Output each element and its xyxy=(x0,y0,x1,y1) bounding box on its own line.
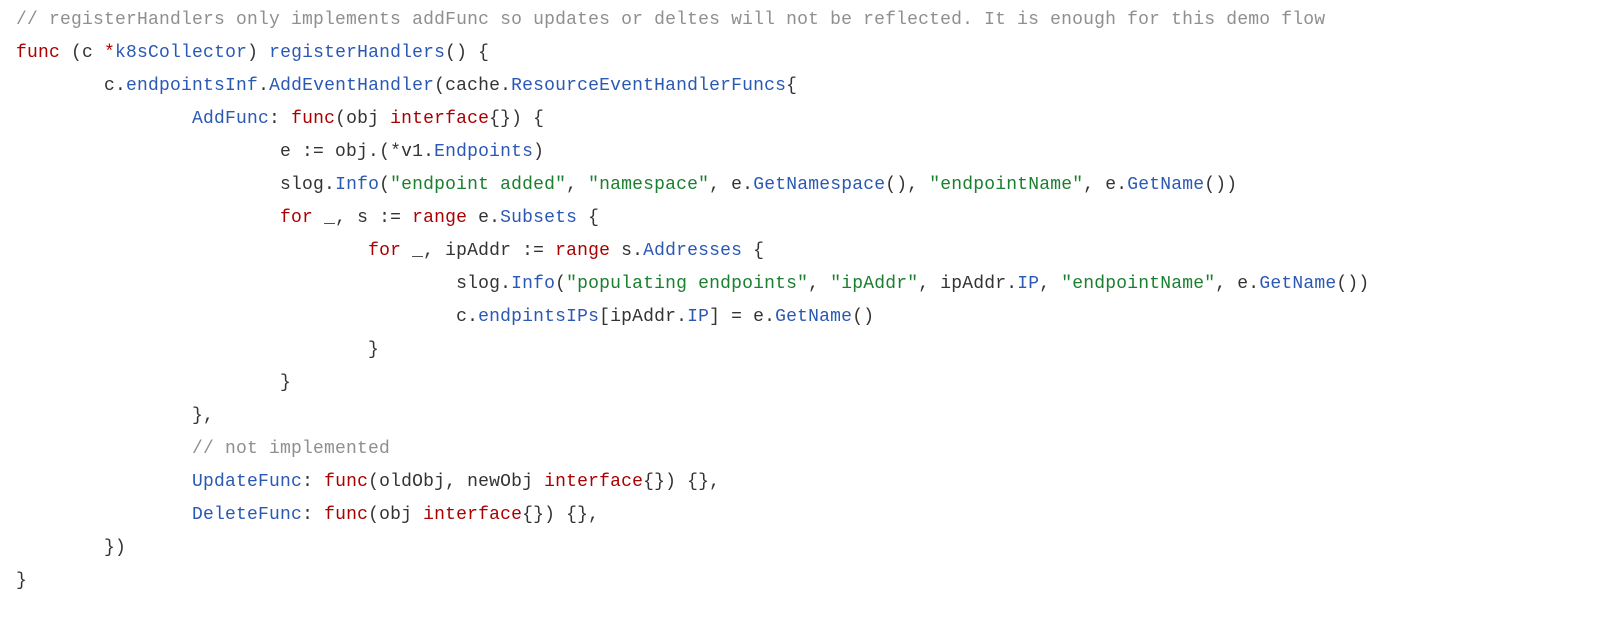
code-text: c. xyxy=(16,76,126,96)
code-text: : xyxy=(302,472,324,492)
code-text: {}) {}, xyxy=(643,472,720,492)
code-text: }, xyxy=(16,406,214,426)
code-string: "endpoint added" xyxy=(390,175,566,195)
go-code-block: // registerHandlers only implements addF… xyxy=(0,0,1600,614)
code-text: slog. xyxy=(456,274,511,294)
code-field: Subsets xyxy=(500,208,577,228)
code-text: ()) xyxy=(1204,175,1237,195)
code-keyword-for: for xyxy=(280,208,313,228)
code-keyword-interface: interface xyxy=(390,109,489,129)
code-keyword-interface: interface xyxy=(423,505,522,525)
code-string: "endpointName" xyxy=(1061,274,1215,294)
code-text xyxy=(16,175,280,195)
code-method: GetName xyxy=(1127,175,1204,195)
code-text: , e. xyxy=(1215,274,1259,294)
code-field: Addresses xyxy=(643,241,742,261)
code-comment: // not implemented xyxy=(192,439,390,459)
code-text: ( xyxy=(555,274,566,294)
code-text: [ipAddr. xyxy=(599,307,687,327)
code-text: (obj xyxy=(335,109,390,129)
code-type: k8sCollector xyxy=(115,43,247,63)
code-text xyxy=(16,109,192,129)
code-method: Info xyxy=(511,274,555,294)
code-type: ResourceEventHandlerFuncs xyxy=(511,76,786,96)
code-text: } xyxy=(16,340,379,360)
code-text: ( xyxy=(379,175,390,195)
code-method: GetNamespace xyxy=(753,175,885,195)
code-text xyxy=(16,208,280,228)
code-keyword-func: func xyxy=(324,505,368,525)
code-text: {}) {}, xyxy=(522,505,599,525)
code-type: Endpoints xyxy=(434,142,533,162)
code-text: () { xyxy=(445,43,489,63)
code-text: }) xyxy=(16,538,126,558)
code-text: } xyxy=(16,373,291,393)
code-text: } xyxy=(16,571,27,591)
code-text xyxy=(16,274,456,294)
code-method: GetName xyxy=(1259,274,1336,294)
code-text: { xyxy=(742,241,764,261)
code-text xyxy=(16,439,192,459)
code-text: , xyxy=(808,274,830,294)
code-text xyxy=(16,142,280,162)
code-field: AddFunc xyxy=(192,109,269,129)
code-text: { xyxy=(577,208,599,228)
code-pointer-star: * xyxy=(104,43,115,63)
code-text: (cache. xyxy=(434,76,511,96)
code-text: . xyxy=(258,76,269,96)
code-text: ()) xyxy=(1336,274,1369,294)
code-string: "endpointName" xyxy=(929,175,1083,195)
code-text: ] = e. xyxy=(709,307,775,327)
code-field: endpointsInf xyxy=(126,76,258,96)
code-text xyxy=(16,307,456,327)
code-keyword-range: range xyxy=(412,208,467,228)
code-text xyxy=(16,241,368,261)
code-string: "populating endpoints" xyxy=(566,274,808,294)
code-text: (), xyxy=(885,175,929,195)
code-keyword-range: range xyxy=(555,241,610,261)
code-text: _, ipAddr := xyxy=(401,241,555,261)
code-text: c. xyxy=(456,307,478,327)
code-text: () xyxy=(852,307,874,327)
code-field: IP xyxy=(687,307,709,327)
code-text: : xyxy=(269,109,291,129)
code-text: , xyxy=(1039,274,1061,294)
code-field: endpintsIPs xyxy=(478,307,599,327)
code-field: DeleteFunc xyxy=(192,505,302,525)
code-text xyxy=(16,472,192,492)
code-method: AddEventHandler xyxy=(269,76,434,96)
code-method: GetName xyxy=(775,307,852,327)
code-text: e. xyxy=(467,208,500,228)
code-function-name: registerHandlers xyxy=(269,43,445,63)
code-text: _, s := xyxy=(313,208,412,228)
code-text: (oldObj, newObj xyxy=(368,472,544,492)
code-field: IP xyxy=(1017,274,1039,294)
code-keyword-interface: interface xyxy=(544,472,643,492)
code-text xyxy=(16,505,192,525)
code-string: "namespace" xyxy=(588,175,709,195)
code-keyword-func: func xyxy=(16,43,60,63)
code-comment: // registerHandlers only implements addF… xyxy=(16,10,1325,30)
code-text: : xyxy=(302,505,324,525)
code-text: s. xyxy=(610,241,643,261)
code-keyword-func: func xyxy=(324,472,368,492)
code-text: (c xyxy=(60,43,104,63)
code-string: "ipAddr" xyxy=(830,274,918,294)
code-text: slog. xyxy=(280,175,335,195)
code-text: e := obj.(*v1. xyxy=(280,142,434,162)
code-text: , ipAddr. xyxy=(918,274,1017,294)
code-keyword-func: func xyxy=(291,109,335,129)
code-text: ) xyxy=(533,142,544,162)
code-text: {}) { xyxy=(489,109,544,129)
code-method: Info xyxy=(335,175,379,195)
code-field: UpdateFunc xyxy=(192,472,302,492)
code-text: { xyxy=(786,76,797,96)
code-text: , e. xyxy=(1083,175,1127,195)
code-text: (obj xyxy=(368,505,423,525)
code-text: , xyxy=(566,175,588,195)
code-text: ) xyxy=(247,43,269,63)
code-text: , e. xyxy=(709,175,753,195)
code-keyword-for: for xyxy=(368,241,401,261)
